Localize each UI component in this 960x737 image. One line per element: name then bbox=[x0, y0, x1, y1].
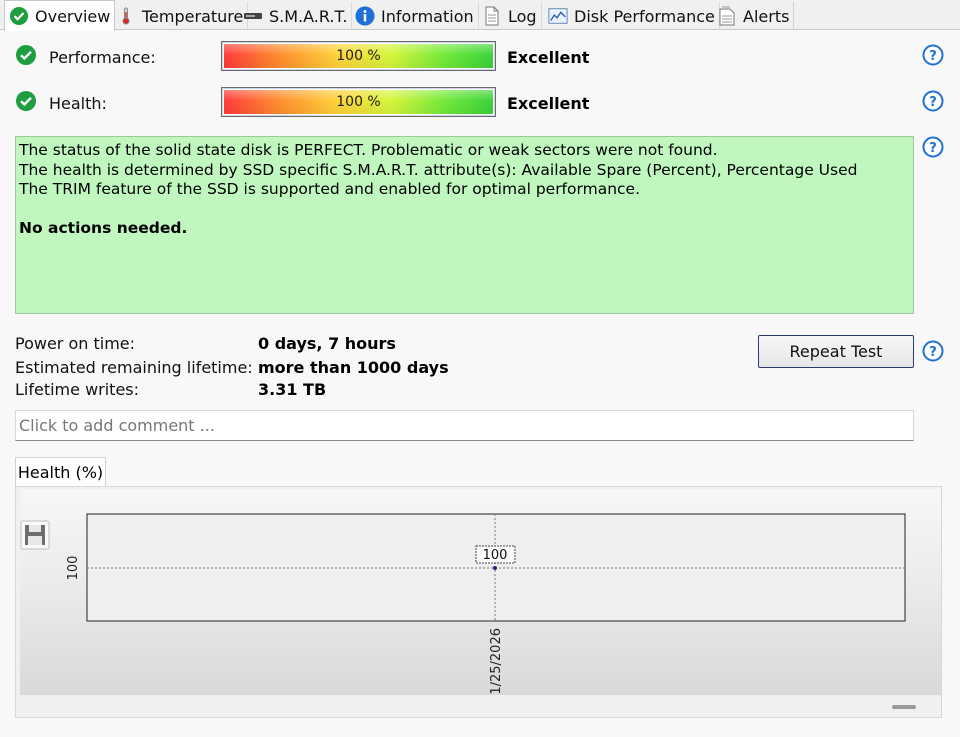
performance-label: Performance: bbox=[49, 48, 156, 67]
svg-text:?: ? bbox=[929, 141, 937, 156]
tab-label: Information bbox=[381, 6, 474, 26]
tab-temperature[interactable]: Temperature bbox=[112, 2, 249, 30]
drive-icon bbox=[243, 6, 263, 26]
performance-rating: Excellent bbox=[507, 48, 590, 67]
check-circle-icon bbox=[15, 44, 37, 66]
tab-label: Disk Performance bbox=[574, 6, 715, 26]
help-icon[interactable]: ? bbox=[922, 44, 944, 66]
tab-label: Temperature bbox=[142, 6, 244, 26]
tab-alerts[interactable]: Alerts bbox=[713, 2, 795, 30]
x-tick-label: 1/25/2026 bbox=[489, 628, 504, 695]
alerts-document-icon bbox=[717, 6, 737, 26]
performance-percent: 100 % bbox=[336, 48, 381, 64]
status-line: The TRIM feature of the SSD is supported… bbox=[19, 180, 641, 199]
tab-label: Overview bbox=[35, 6, 111, 26]
save-icon[interactable] bbox=[20, 520, 50, 550]
status-line: The health is determined by SSD specific… bbox=[19, 160, 858, 179]
tab-label: S.M.A.R.T. bbox=[269, 6, 348, 26]
help-icon[interactable]: ? bbox=[922, 136, 944, 158]
chart-tab-label: Health (%) bbox=[17, 463, 104, 482]
check-circle-icon bbox=[15, 90, 37, 112]
thermometer-icon bbox=[116, 6, 136, 26]
chart-background: 100 1/25/2026 100 bbox=[20, 489, 941, 695]
svg-text:?: ? bbox=[929, 49, 937, 64]
info-icon bbox=[355, 6, 375, 26]
tab-log[interactable]: Log bbox=[478, 2, 542, 30]
lifetime-label: Estimated remaining lifetime: bbox=[15, 358, 253, 377]
health-percent: 100 % bbox=[336, 94, 381, 110]
chart-frame: 100 1/25/2026 100 bbox=[15, 486, 942, 718]
tab-label: Log bbox=[508, 6, 537, 26]
document-icon bbox=[482, 6, 502, 26]
svg-text:?: ? bbox=[929, 345, 937, 360]
tab-disk-performance[interactable]: Disk Performance bbox=[544, 2, 720, 30]
tab-bar: Overview Temperature S.M.A.R.T. Informat… bbox=[0, 0, 960, 31]
data-point bbox=[493, 566, 497, 570]
help-icon[interactable]: ? bbox=[922, 90, 944, 112]
data-label: 100 bbox=[483, 548, 508, 563]
comment-input[interactable]: Click to add comment ... bbox=[15, 410, 914, 441]
lifetime-value: more than 1000 days bbox=[258, 358, 449, 377]
health-rating: Excellent bbox=[507, 94, 590, 113]
tab-information[interactable]: Information bbox=[351, 2, 479, 30]
tab-label: Alerts bbox=[743, 6, 790, 26]
health-label: Health: bbox=[49, 94, 107, 113]
status-action: No actions needed. bbox=[19, 219, 188, 238]
overview-panel: Performance: 100 % Excellent ? Health: 1… bbox=[0, 30, 960, 737]
help-icon[interactable]: ? bbox=[922, 340, 944, 362]
chart-icon bbox=[548, 6, 568, 26]
status-message-box: The status of the solid state disk is PE… bbox=[15, 136, 914, 314]
repeat-test-button[interactable]: Repeat Test bbox=[758, 335, 914, 368]
health-bar-fill: 100 % bbox=[224, 90, 493, 114]
performance-bar-fill: 100 % bbox=[224, 44, 493, 68]
health-bar: 100 % bbox=[221, 87, 496, 117]
writes-value: 3.31 TB bbox=[258, 380, 327, 399]
tab-health-chart[interactable]: Health (%) bbox=[15, 457, 106, 487]
tab-smart[interactable]: S.M.A.R.T. bbox=[239, 2, 353, 30]
y-tick-label: 100 bbox=[66, 556, 81, 581]
power-on-value: 0 days, 7 hours bbox=[258, 334, 396, 353]
chart-scroll-grip[interactable] bbox=[892, 705, 916, 709]
writes-label: Lifetime writes: bbox=[15, 380, 140, 399]
health-chart: 100 1/25/2026 100 bbox=[66, 513, 906, 695]
status-line: The status of the solid state disk is PE… bbox=[19, 141, 718, 159]
svg-text:?: ? bbox=[929, 95, 937, 110]
power-on-label: Power on time: bbox=[15, 334, 136, 353]
tab-overview[interactable]: Overview bbox=[4, 0, 116, 31]
check-circle-icon bbox=[9, 6, 29, 26]
performance-bar: 100 % bbox=[221, 41, 496, 71]
